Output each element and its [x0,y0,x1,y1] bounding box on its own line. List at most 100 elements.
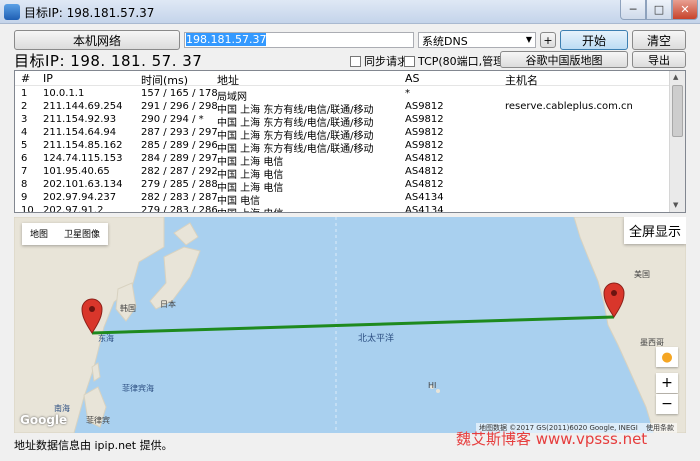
start-button[interactable]: 开始 [560,30,628,50]
export-button[interactable]: 导出 [632,51,686,68]
table-row[interactable]: 6 124.74.115.153 284 / 289 / 297 中国 上海 电信 AS… [15,153,671,168]
terms-link[interactable]: 使用条款 [646,424,674,432]
map-label-japan: 日本 [160,300,176,309]
zoom-in-button[interactable]: + [656,373,678,393]
dns-select-value: 系统DNS [422,35,468,48]
ip-input[interactable]: 198.181.57.37 [184,32,414,48]
map-label-korea: 韩国 [120,304,136,313]
map-label-pacific: 北太平洋 [358,334,395,344]
table-row[interactable]: 3 211.154.92.93 290 / 294 / * 中国 上海 东方有线/电信… [15,114,671,129]
table-row[interactable]: 2 211.144.69.254 291 / 296 / 298 中国 上海 东方有线… [15,101,671,116]
table-cell: 202.101.63.134 [43,179,123,190]
column-header[interactable]: 主机名 [505,72,538,88]
table-cell: AS9812 [405,140,444,151]
table-cell: 101.95.40.65 [43,166,110,177]
column-header[interactable]: 时间(ms) [141,72,188,88]
table-cell: 10 [21,205,34,213]
map-type-control[interactable]: 地图 卫星图像 [22,223,109,245]
table-cell: 1 [21,88,28,99]
route-map[interactable]: 地图 卫星图像 全屏显示 韩国 日本 东海 北太平洋 菲律宾海 南海 菲律宾 H… [14,217,686,433]
table-cell: AS9812 [405,101,444,112]
table-cell: 291 / 296 / 298 [141,101,218,112]
column-header[interactable]: 地址 [217,72,239,88]
column-header[interactable]: # [21,72,30,85]
table-cell: AS4812 [405,179,444,190]
maximize-button[interactable]: □ [646,0,672,20]
checkbox-box [404,55,415,67]
results-table[interactable]: # IP 时间(ms) 地址 AS 主机名 1 10.0.1.1 157 / 165… [14,70,686,213]
table-row[interactable]: 7 101.95.40.65 282 / 287 / 292 中国 上海 电信 AS48… [15,166,671,181]
target-ip-label: 目标IP: 198. 181. 57. 37 [14,52,203,70]
add-dns-button[interactable]: + [540,32,556,48]
table-cell: AS9812 [405,127,444,138]
table-cell: 5 [21,140,28,151]
table-cell: 279 / 285 / 288 [141,179,218,190]
map-label-philippine-sea: 菲律宾海 [122,384,154,393]
table-row[interactable]: 9 202.97.94.237 282 / 283 / 287 中国 电信 AS4134 [15,192,671,207]
table-cell: 282 / 283 / 287 [141,192,218,203]
scroll-thumb[interactable] [672,85,683,137]
table-cell: AS4134 [405,205,444,213]
local-network-button[interactable]: 本机网络 [14,30,180,50]
table-cell: 202.97.91.2 [43,205,104,213]
dns-select[interactable]: 系统DNS ▼ [418,32,536,48]
table-cell: AS4812 [405,166,444,177]
table-cell: reserve.cableplus.com.cn [505,101,633,112]
table-cell: 3 [21,114,28,125]
table-cell: 2 [21,101,28,112]
fullscreen-button[interactable]: 全屏显示 [624,217,686,244]
table-cell: 10.0.1.1 [43,88,85,99]
table-cell: AS4812 [405,153,444,164]
table-cell: 290 / 294 / * [141,114,204,125]
table-cell: 124.74.115.153 [43,153,123,164]
table-cell: 211.144.69.254 [43,101,123,112]
map-label-usa: 美国 [634,270,650,279]
map-canvas [14,217,686,433]
table-cell: 9 [21,192,28,203]
table-row[interactable]: 4 211.154.64.94 287 / 293 / 297 中国 上海 东方有线/… [15,127,671,142]
map-type-map[interactable]: 地图 [22,223,56,245]
table-cell: 8 [21,179,28,190]
table-cell: 4 [21,127,28,138]
table-cell: 中国 上海 电信 [217,205,283,212]
china-map-button[interactable]: 谷歌中国版地图 [500,51,628,68]
table-cell: AS9812 [405,114,444,125]
window-title: 目标IP: 198.181.57.37 [24,6,155,20]
vertical-scrollbar[interactable]: ▲ ▼ [669,71,685,212]
table-row[interactable]: 1 10.0.1.1 157 / 165 / 178 局域网 * [15,88,671,103]
map-label-philippines: 菲律宾 [86,416,110,425]
clear-button[interactable]: 清空 [632,30,686,50]
checkbox-box [350,55,361,67]
map-label-hawaii: HI [428,381,437,390]
table-cell: 211.154.64.94 [43,127,117,138]
title-bar: 目标IP: 198.181.57.37 ─ □ ✕ [0,0,700,24]
table-cell: 7 [21,166,28,177]
column-header[interactable]: AS [405,72,420,85]
zoom-out-button[interactable]: − [656,394,678,414]
scroll-up-icon[interactable]: ▲ [673,73,678,81]
street-view-pegman-icon[interactable]: ● [656,347,678,367]
watermark: 魏艾斯博客 www.vpsss.net [456,430,648,448]
table-cell: 287 / 293 / 297 [141,127,218,138]
sync-request-label: 同步请求 [364,55,408,68]
table-row[interactable]: 5 211.154.85.162 285 / 289 / 296 中国 上海 东方有线… [15,140,671,155]
map-type-satellite[interactable]: 卫星图像 [56,223,108,245]
table-cell: 279 / 283 / 286 [141,205,218,213]
table-row[interactable]: 10 202.97.91.2 279 / 283 / 286中国 上海 电信 AS41… [15,205,671,213]
column-header[interactable]: IP [43,72,53,85]
close-button[interactable]: ✕ [672,0,698,20]
minimize-button[interactable]: ─ [620,0,646,20]
table-row[interactable]: 8 202.101.63.134 279 / 285 / 288 中国 上海 电信 AS… [15,179,671,194]
chevron-down-icon: ▼ [525,35,532,44]
table-cell: 6 [21,153,28,164]
sync-request-checkbox[interactable]: 同步请求 [350,53,408,69]
table-cell: 211.154.85.162 [43,140,123,151]
table-cell: AS4134 [405,192,444,203]
scroll-down-icon[interactable]: ▼ [673,201,678,209]
table-cell: 285 / 289 / 296 [141,140,218,151]
table-cell: 202.97.94.237 [43,192,117,203]
table-cell: * [405,88,410,99]
table-header: # IP 时间(ms) 地址 AS 主机名 [15,71,671,88]
google-logo: Google [20,413,68,427]
table-cell: 211.154.92.93 [43,114,117,125]
